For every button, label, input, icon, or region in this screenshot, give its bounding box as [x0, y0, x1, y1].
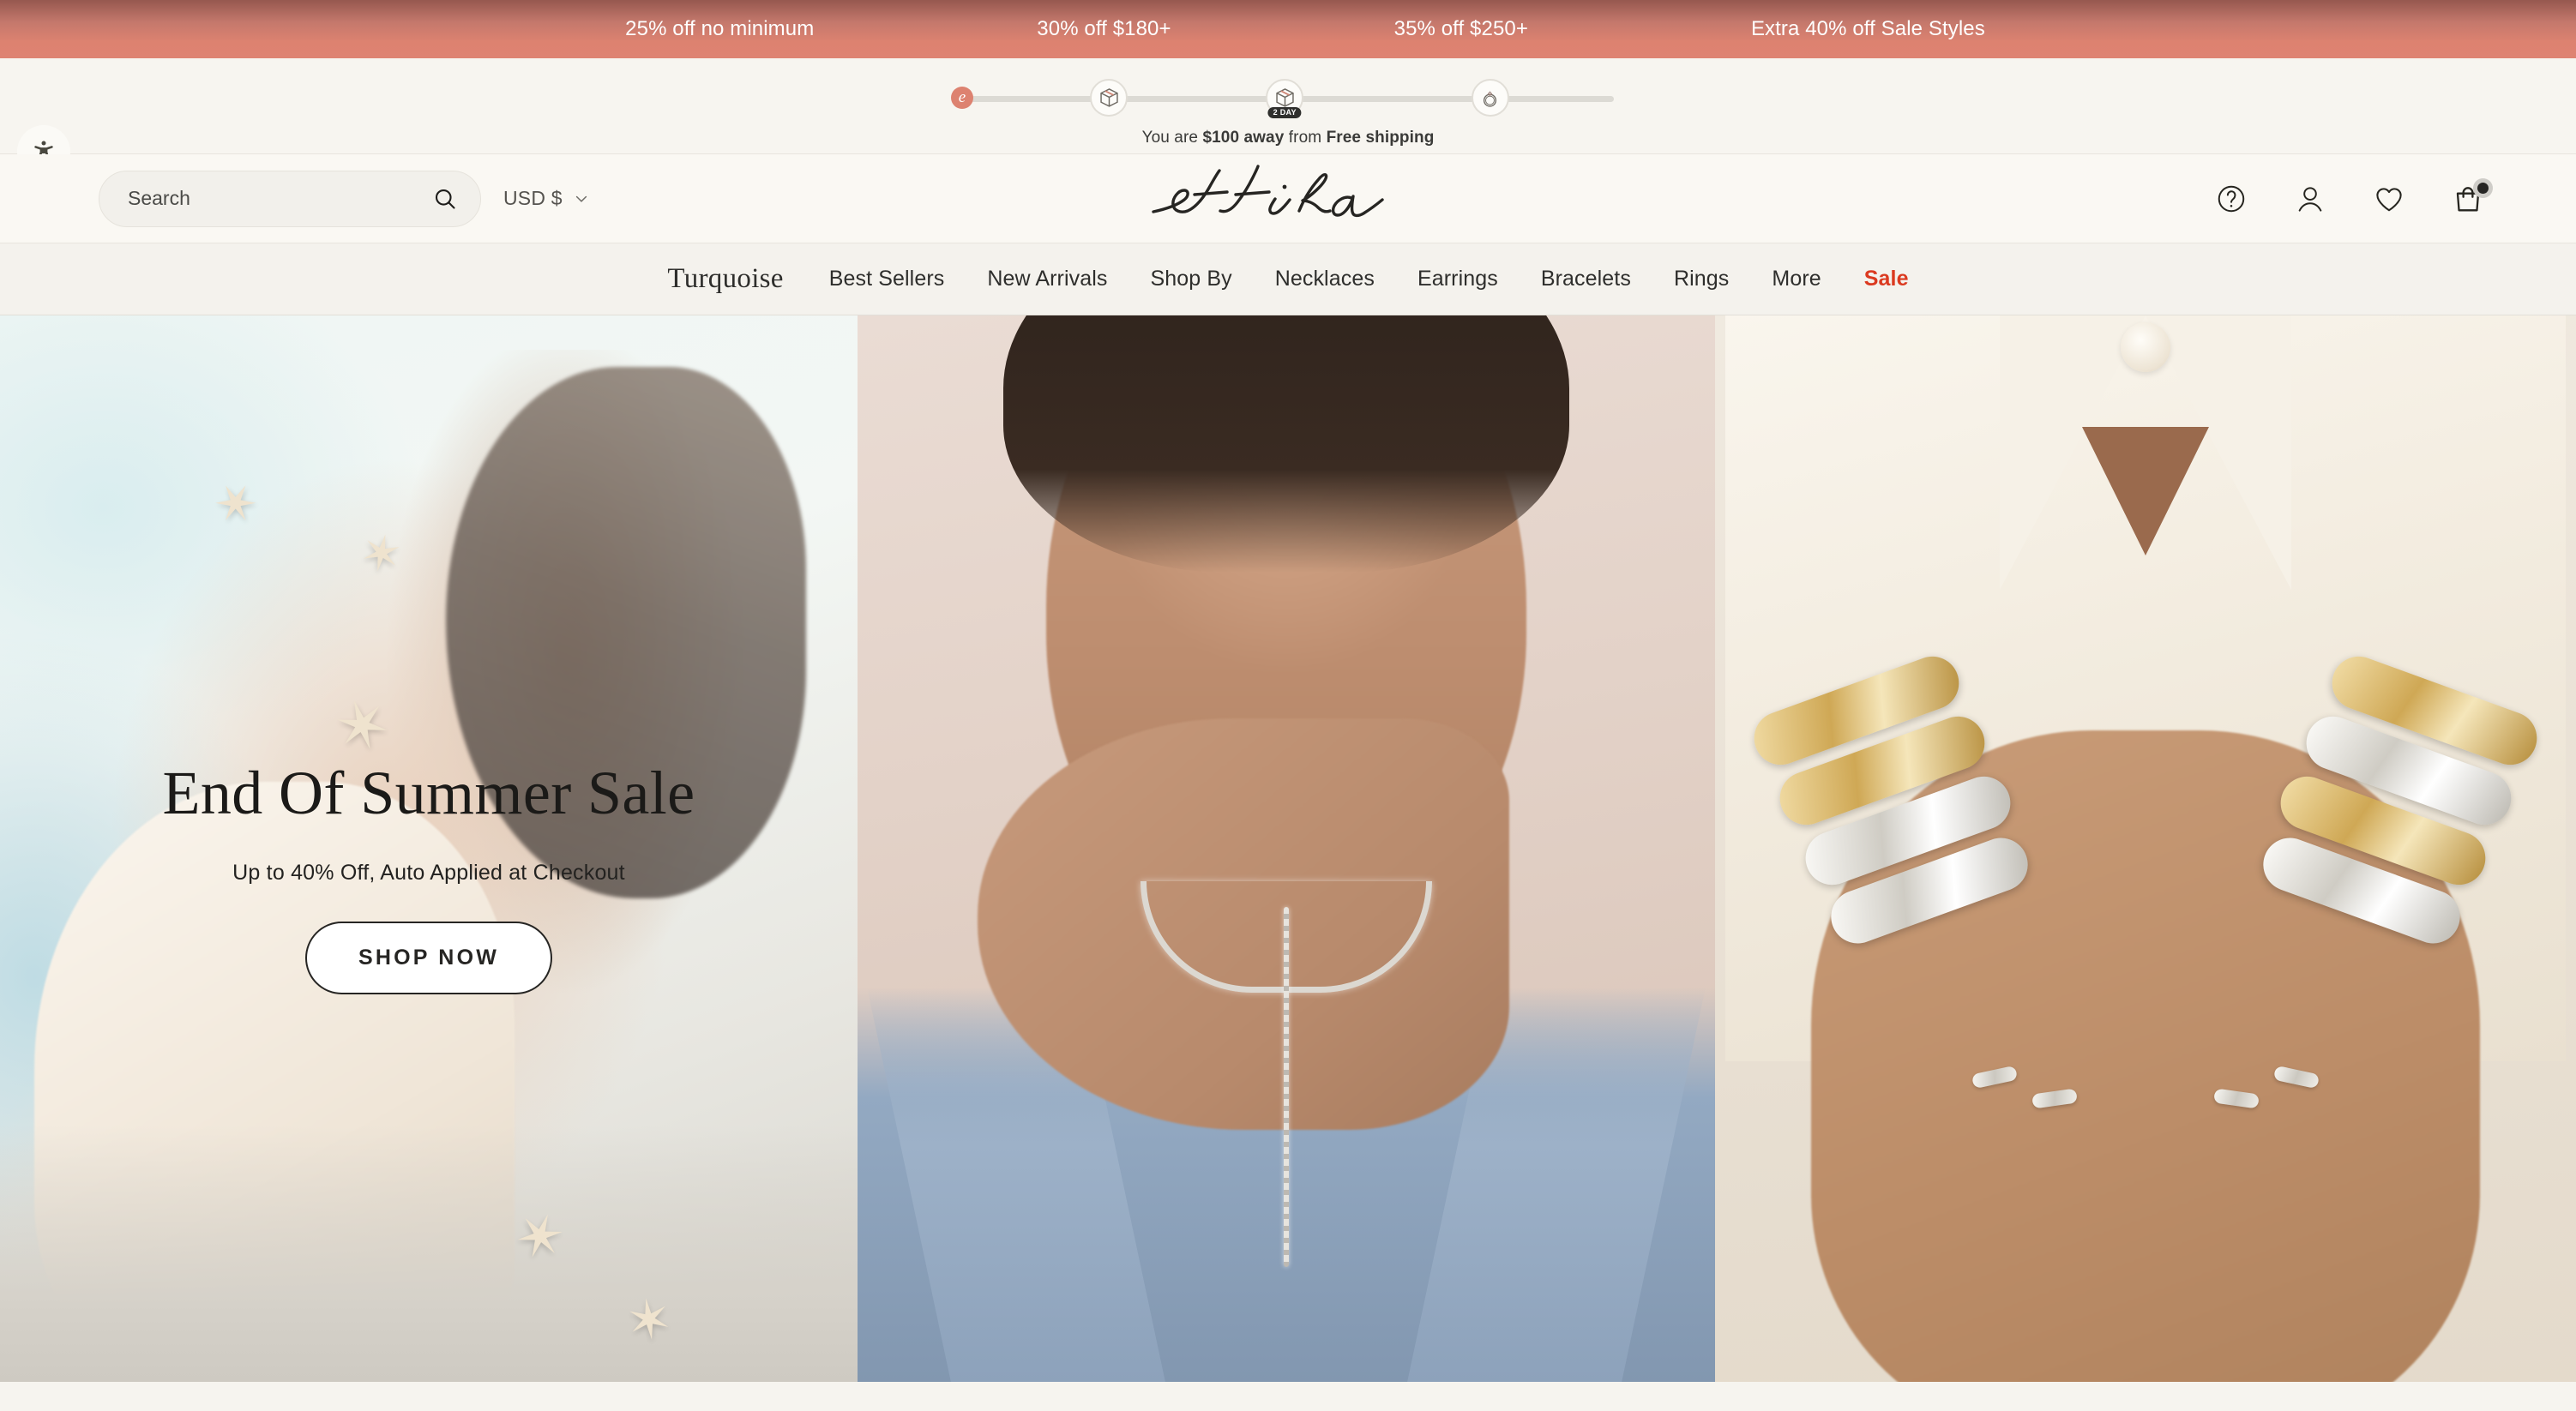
package-box-icon [1276, 87, 1294, 107]
heart-icon [2376, 187, 2402, 211]
package-box-icon [1099, 87, 1118, 107]
nav-item-turquoise[interactable]: Turquoise [646, 263, 807, 295]
nav-item-sale[interactable]: Sale [1843, 267, 1930, 291]
hero-panel-2-hair [1003, 315, 1569, 573]
hero-panel-poolside[interactable]: ✶ ✶ ✶ ✶ ✶ End Of Summer Sale Up to 40% O… [0, 315, 858, 1382]
announcement-item-1[interactable]: 25% off no minimum [625, 17, 814, 41]
starfish-jewelry-icon: ✶ [622, 1286, 677, 1354]
ring-icon [1484, 90, 1497, 107]
nav-item-new-arrivals[interactable]: New Arrivals [966, 267, 1129, 291]
ettika-e-logo-icon: e [951, 87, 973, 109]
nav-item-more[interactable]: More [1750, 267, 1842, 291]
shipping-message-prefix: You are [1141, 129, 1203, 147]
nav-item-shop-by[interactable]: Shop By [1129, 267, 1253, 291]
main-navigation: Turquoise Best Sellers New Arrivals Shop… [0, 243, 2576, 315]
nav-item-earrings[interactable]: Earrings [1396, 267, 1520, 291]
shop-now-button[interactable]: SHOP NOW [304, 921, 553, 994]
search-box[interactable] [99, 170, 481, 227]
progress-track-row: e 2 DAY [951, 74, 1614, 122]
announcement-item-3[interactable]: 35% off $250+ [1394, 17, 1528, 41]
currency-selector[interactable]: USD $ [503, 187, 590, 210]
search-input[interactable] [128, 187, 432, 210]
hero-panel-portrait[interactable] [858, 315, 1715, 1382]
nav-item-bracelets[interactable]: Bracelets [1520, 267, 1652, 291]
shipping-message-middle: from [1284, 129, 1327, 147]
user-icon [2298, 186, 2322, 212]
brand-logo[interactable] [1147, 164, 1429, 234]
search-submit-button[interactable] [432, 186, 458, 212]
currency-selected-label: USD $ [503, 187, 563, 209]
chain-necklace-drop [1284, 907, 1289, 1267]
shipping-goal: Free shipping [1326, 129, 1435, 147]
cart-badge-dot [2477, 182, 2489, 194]
hero-panel-1-floor [0, 1125, 858, 1382]
announcement-item-2[interactable]: 30% off $180+ [1037, 17, 1171, 41]
hero-panel-3-neckline [2082, 427, 2209, 555]
wishlist-button[interactable] [2372, 182, 2406, 216]
hero-title: End Of Summer Sale [162, 759, 695, 827]
site-header: USD $ [0, 154, 2576, 243]
announcement-item-4[interactable]: Extra 40% off Sale Styles [1751, 17, 1985, 41]
announcement-track: 25% off no minimum 30% off $180+ 35% off… [625, 17, 1985, 41]
hero-panel-cuffs[interactable] [1715, 315, 2576, 1382]
shipping-progress-strip: e 2 DAY You are $100 away from Free ship… [0, 58, 2576, 178]
progress-node-logo: e [951, 87, 973, 109]
ettika-wordmark-icon [1152, 164, 1384, 217]
cart-count-badge [2473, 177, 2493, 198]
hero-subtitle: Up to 40% Off, Auto Applied at Checkout [232, 860, 625, 885]
help-button[interactable] [2214, 182, 2248, 216]
hero-copy-block: End Of Summer Sale Up to 40% Off, Auto A… [0, 759, 858, 994]
account-button[interactable] [2293, 182, 2327, 216]
nav-item-best-sellers[interactable]: Best Sellers [808, 267, 966, 291]
search-icon [435, 189, 455, 209]
cart-button[interactable] [2451, 177, 2493, 216]
header-left-group: USD $ [0, 170, 590, 227]
free-shipping-message: You are $100 away from Free shipping [962, 129, 1614, 147]
blazer-button-icon [2121, 322, 2170, 372]
chevron-down-icon [575, 195, 587, 202]
progress-node-two-day[interactable]: 2 DAY [1266, 79, 1304, 118]
nav-item-necklaces[interactable]: Necklaces [1254, 267, 1396, 291]
progress-node-package[interactable] [1090, 79, 1128, 117]
help-circle-icon [2218, 185, 2245, 212]
progress-node-ring[interactable] [1471, 79, 1509, 117]
free-shipping-progress: e 2 DAY You are $100 away from Free ship… [951, 74, 1614, 147]
two-day-badge: 2 DAY [1267, 107, 1302, 118]
shipping-amount-away: $100 away [1202, 129, 1285, 147]
hero-banner: ✶ ✶ ✶ ✶ ✶ End Of Summer Sale Up to 40% O… [0, 315, 2576, 1382]
header-actions [2214, 177, 2493, 216]
announcement-bar: 25% off no minimum 30% off $180+ 35% off… [0, 0, 2576, 58]
nav-item-rings[interactable]: Rings [1652, 267, 1750, 291]
